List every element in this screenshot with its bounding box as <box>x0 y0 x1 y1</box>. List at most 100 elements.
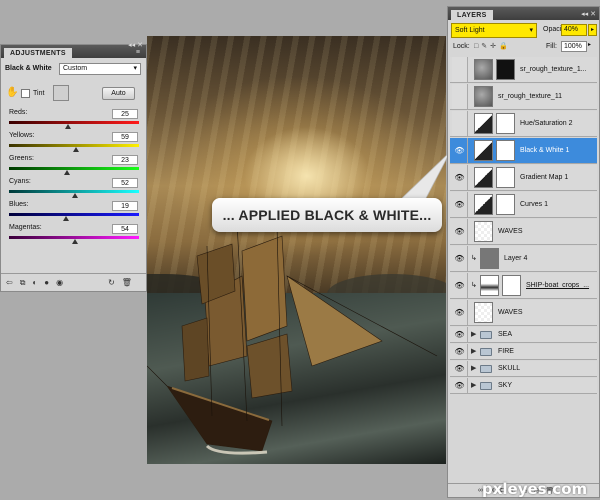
slider-greens[interactable]: Greens: 23 <box>1 155 146 177</box>
layer-name: WAVES <box>498 309 523 316</box>
eye-icon[interactable]: 👁 <box>452 219 468 244</box>
slider-label: Reds: <box>9 109 28 116</box>
slider-cyans[interactable]: Cyans: 52 <box>1 178 146 200</box>
layer-thumbnail <box>474 302 493 323</box>
layers-tab[interactable]: LAYERS <box>451 10 493 20</box>
visibility-toggle-icon[interactable]: ● <box>44 278 49 287</box>
eye-icon[interactable]: 👁 <box>452 273 468 298</box>
slider-thumb[interactable] <box>72 239 79 244</box>
eye-icon[interactable]: 👁 <box>452 300 468 325</box>
slider-thumb[interactable] <box>63 170 70 175</box>
adjustments-tab[interactable]: ADJUSTMENTS <box>4 48 72 58</box>
layer-thumbnail <box>474 167 493 188</box>
callout-pointer <box>399 151 451 201</box>
expand-triangle-icon[interactable]: ▶ <box>471 330 476 338</box>
group-row[interactable]: 👁 ▶ SKULL <box>450 361 597 377</box>
blend-mode-select[interactable]: Soft Light ▾ <box>451 23 537 38</box>
eye-icon[interactable]: 👁 <box>452 165 468 190</box>
layer-row[interactable]: 👁 Gradient Map 1 <box>450 165 597 191</box>
slider-value-input[interactable]: 54 <box>112 224 138 234</box>
layer-thumbnail <box>474 86 493 107</box>
opacity-slider-toggle[interactable]: ▸ <box>588 24 597 36</box>
eye-icon[interactable]: 👁 <box>452 344 468 359</box>
slider-thumb[interactable] <box>64 124 71 129</box>
eye-icon[interactable] <box>452 57 468 82</box>
eye-icon[interactable]: ◉ <box>56 278 63 287</box>
layer-mask-thumbnail[interactable] <box>496 113 515 134</box>
group-row[interactable]: 👁 ▶ SKY <box>450 378 597 394</box>
layer-row[interactable]: 👁 ↳ SHIP-boat_crops_... <box>450 273 597 299</box>
layer-mask-thumbnail[interactable] <box>496 140 515 161</box>
slider-label: Blues: <box>9 201 29 208</box>
targeted-adjustment-icon[interactable]: ✋ <box>6 87 18 98</box>
layer-mask-thumbnail[interactable] <box>496 167 515 188</box>
slider-thumb[interactable] <box>73 147 80 152</box>
slider-value-input[interactable]: 59 <box>112 132 138 142</box>
layer-row[interactable]: 👁 WAVES <box>450 300 597 326</box>
slider-thumb[interactable] <box>62 216 69 221</box>
slider-blues[interactable]: Blues: 19 <box>1 201 146 223</box>
eye-icon[interactable]: 👁 <box>452 138 468 163</box>
layer-row[interactable]: 👁 WAVES <box>450 219 597 245</box>
clipping-arrow-icon: ↳ <box>471 255 477 262</box>
fill-slider-toggle[interactable]: ▸ <box>588 41 591 48</box>
slider-yellows[interactable]: Yellows: 59 <box>1 132 146 154</box>
adjustments-panel: ADJUSTMENTS ◂◂ ✕ ≡ Black & White Custom … <box>0 41 147 292</box>
chevron-down-icon: ▾ <box>529 27 533 34</box>
expand-triangle-icon[interactable]: ▶ <box>471 347 476 355</box>
layer-row[interactable]: 👁 ↳ Layer 4 <box>450 246 597 272</box>
slider-reds[interactable]: Reds: 25 <box>1 109 146 131</box>
eye-icon[interactable]: 👁 <box>452 361 468 376</box>
group-row[interactable]: 👁 ▶ SEA <box>450 327 597 343</box>
eye-icon[interactable] <box>452 111 468 136</box>
reset-icon[interactable]: ↻ <box>108 278 115 287</box>
slider-track[interactable] <box>9 121 139 124</box>
lock-icons[interactable]: □✎✛🔒 <box>474 42 511 50</box>
layer-thumbnail <box>480 275 499 296</box>
slider-value-input[interactable]: 23 <box>112 155 138 165</box>
delete-icon[interactable]: 🗑 <box>122 278 132 287</box>
expand-triangle-icon[interactable]: ▶ <box>471 364 476 372</box>
layers-tabbar: LAYERS ◂◂ ✕ <box>448 7 599 20</box>
layer-row[interactable]: sr_rough_texture_1... <box>450 57 597 83</box>
slider-value-input[interactable]: 19 <box>112 201 138 211</box>
layer-mask-thumbnail[interactable] <box>496 194 515 215</box>
adjustment-title: Black & White <box>5 65 52 72</box>
panel-menu-icon[interactable]: ◂◂ ✕ ≡ <box>128 41 143 58</box>
layer-mask-thumbnail[interactable] <box>496 59 515 80</box>
slider-track[interactable] <box>9 213 139 216</box>
eye-icon[interactable]: 👁 <box>452 327 468 342</box>
panel-collapse-icon[interactable]: ◂◂ ✕ <box>581 10 596 20</box>
preset-select[interactable]: Custom ▾ <box>59 63 141 75</box>
group-row[interactable]: 👁 ▶ FIRE <box>450 344 597 360</box>
slider-value-input[interactable]: 52 <box>112 178 138 188</box>
opacity-input[interactable]: 40% <box>561 24 587 36</box>
back-arrow-icon[interactable]: ⇦ <box>6 278 13 287</box>
slider-track[interactable] <box>9 167 139 170</box>
expand-view-icon[interactable]: ⧉ <box>20 278 26 288</box>
document-canvas[interactable] <box>147 36 446 464</box>
layer-name: Gradient Map 1 <box>520 174 569 181</box>
fill-input[interactable]: 100% <box>561 41 587 52</box>
auto-button[interactable]: Auto <box>102 87 135 100</box>
clip-to-layer-icon[interactable]: ◐ <box>32 278 37 287</box>
tint-checkbox[interactable] <box>21 89 30 98</box>
eye-icon[interactable]: 👁 <box>452 378 468 393</box>
layer-row[interactable]: 👁 Black & White 1 <box>450 138 597 164</box>
slider-value-input[interactable]: 25 <box>112 109 138 119</box>
layer-mask-thumbnail[interactable] <box>502 275 521 296</box>
group-name: SKY <box>498 382 513 389</box>
layer-row[interactable]: Hue/Saturation 2 <box>450 111 597 137</box>
clipping-arrow-icon: ↳ <box>471 282 477 289</box>
tint-color-swatch[interactable] <box>53 85 69 101</box>
eye-icon[interactable]: 👁 <box>452 246 468 271</box>
eye-icon[interactable] <box>452 84 468 109</box>
slider-magentas[interactable]: Magentas: 54 <box>1 224 146 246</box>
eye-icon[interactable]: 👁 <box>452 192 468 217</box>
layer-row[interactable]: 👁 Curves 1 <box>450 192 597 218</box>
slider-thumb[interactable] <box>71 193 78 198</box>
folder-icon <box>480 331 492 339</box>
expand-triangle-icon[interactable]: ▶ <box>471 381 476 389</box>
layer-row[interactable]: sr_rough_texture_11 <box>450 84 597 110</box>
slider-label: Greens: <box>9 155 34 162</box>
